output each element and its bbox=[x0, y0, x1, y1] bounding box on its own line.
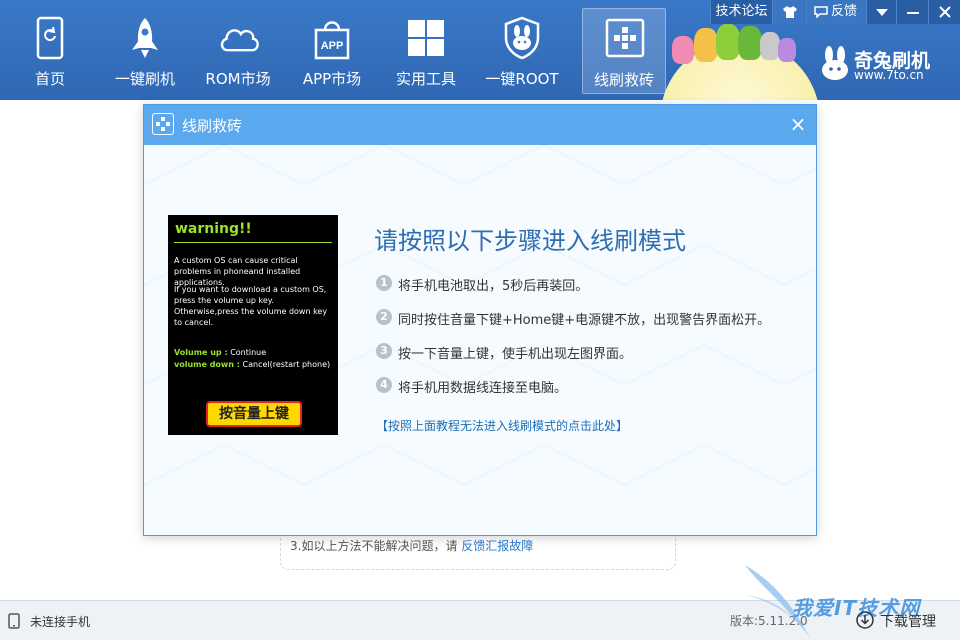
background-tip-text: 3.如以上方法不能解决问题，请 bbox=[290, 539, 458, 553]
nav-label: 线刷救砖 bbox=[593, 71, 654, 89]
download-icon bbox=[856, 611, 874, 629]
minimize-icon bbox=[907, 12, 919, 14]
cloud-icon bbox=[220, 29, 259, 52]
warning-text-2: If you want to download a custom OS, pre… bbox=[174, 285, 328, 327]
step-number: 4 bbox=[376, 377, 392, 393]
phone-icon bbox=[8, 613, 20, 629]
chat-icon bbox=[814, 6, 828, 18]
rocket-icon bbox=[132, 18, 158, 58]
nav-item-one-click-root[interactable]: 一键ROOT bbox=[480, 8, 564, 94]
press-volume-up-label: 按音量上键 bbox=[206, 401, 302, 427]
feedback-button[interactable]: 反馈 bbox=[806, 0, 866, 24]
nav-label: 一键ROOT bbox=[485, 70, 559, 88]
help-click-here-link[interactable]: 【按照上面教程无法进入线刷模式的点击此处】 bbox=[376, 417, 628, 434]
warning-title: warning!! bbox=[175, 221, 252, 237]
mascot-decoration bbox=[672, 36, 694, 64]
menu-button[interactable] bbox=[866, 0, 896, 24]
forum-link[interactable]: 技术论坛 bbox=[710, 0, 772, 24]
warning-divider bbox=[174, 242, 332, 243]
step-text: 同时按住音量下键+Home键+电源键不放，出现警告界面松开。 bbox=[398, 313, 771, 328]
background-tip: 3.如以上方法不能解决问题，请 反馈汇报故障 bbox=[290, 537, 533, 554]
mascot-decoration bbox=[778, 38, 796, 62]
dialog-body: warning!! A custom OS can cause critical… bbox=[144, 145, 816, 535]
volume-down-line: volume down : Cancel(restart phone) bbox=[174, 359, 336, 370]
nav-item-one-click-flash[interactable]: 一键刷机 bbox=[103, 8, 187, 94]
line-flash-dialog: 线刷救砖 × warning!! A custom OS can cause c… bbox=[143, 104, 817, 536]
grid-tools-icon bbox=[408, 20, 444, 56]
download-manager-button[interactable]: 下载管理 bbox=[856, 609, 952, 631]
mascot-decoration bbox=[738, 26, 762, 60]
volume-down-key: volume down : bbox=[174, 360, 240, 369]
download-manager-label: 下载管理 bbox=[880, 614, 936, 630]
plus-box-icon bbox=[605, 18, 645, 58]
step-text: 将手机电池取出，5秒后再装回。 bbox=[398, 279, 589, 294]
volume-up-value: Continue bbox=[230, 348, 267, 357]
step-number: 1 bbox=[376, 275, 392, 291]
step-text: 按一下音量上键，使手机出现左图界面。 bbox=[398, 347, 633, 362]
nav-item-rom-market[interactable]: ROM市场 bbox=[196, 8, 280, 94]
chevron-down-icon bbox=[876, 9, 888, 16]
nav-label: 首页 bbox=[34, 70, 65, 88]
step-number: 2 bbox=[376, 309, 392, 325]
feedback-label: 反馈 bbox=[831, 4, 858, 19]
nav-item-app-market[interactable]: APP APP市场 bbox=[290, 8, 374, 94]
minimize-button[interactable] bbox=[896, 0, 928, 24]
dialog-header: 线刷救砖 × bbox=[144, 105, 816, 145]
nav-label: 实用工具 bbox=[395, 70, 456, 88]
skin-button[interactable] bbox=[772, 0, 806, 24]
phone-refresh-icon bbox=[36, 16, 64, 60]
instructions-heading: 请按照以下步骤进入线刷模式 bbox=[374, 227, 686, 255]
nav-label: APP市场 bbox=[302, 70, 362, 88]
volume-up-key: Volume up : bbox=[174, 348, 228, 357]
nav-item-tools[interactable]: 实用工具 bbox=[384, 8, 468, 94]
svg-text:APP: APP bbox=[321, 40, 344, 52]
report-fault-link[interactable]: 反馈汇报故障 bbox=[461, 539, 533, 553]
plus-box-icon bbox=[152, 113, 174, 135]
dialog-title: 线刷救砖 bbox=[182, 117, 243, 135]
brand-logo: 奇兔刷机 www.7to.cn bbox=[820, 44, 950, 84]
app-bag-icon: APP bbox=[314, 21, 350, 60]
close-window-button[interactable] bbox=[928, 0, 960, 24]
mascot-decoration bbox=[760, 32, 780, 60]
mascot-decoration bbox=[694, 28, 718, 62]
nav-label: 一键刷机 bbox=[114, 70, 175, 88]
connection-text: 未连接手机 bbox=[30, 615, 91, 629]
nav-item-home[interactable]: 首页 bbox=[8, 8, 92, 94]
close-icon bbox=[939, 6, 951, 18]
phone-warning-screen: warning!! A custom OS can cause critical… bbox=[168, 215, 338, 435]
step-number: 3 bbox=[376, 343, 392, 359]
rabbit-logo-icon bbox=[822, 46, 848, 80]
nav-label: ROM市场 bbox=[205, 70, 271, 88]
nav-item-line-flash[interactable]: 线刷救砖 bbox=[582, 8, 666, 94]
brand-url: www.7to.cn bbox=[854, 68, 924, 82]
rabbit-shield-icon bbox=[504, 16, 540, 60]
mascot-decoration bbox=[716, 24, 740, 60]
tshirt-icon bbox=[783, 6, 797, 18]
step-text: 将手机用数据线连接至电脑。 bbox=[398, 381, 568, 396]
volume-up-line: Volume up : Continue bbox=[174, 347, 336, 358]
dialog-close-button[interactable]: × bbox=[786, 111, 810, 137]
volume-down-value: Cancel(restart phone) bbox=[242, 360, 331, 369]
